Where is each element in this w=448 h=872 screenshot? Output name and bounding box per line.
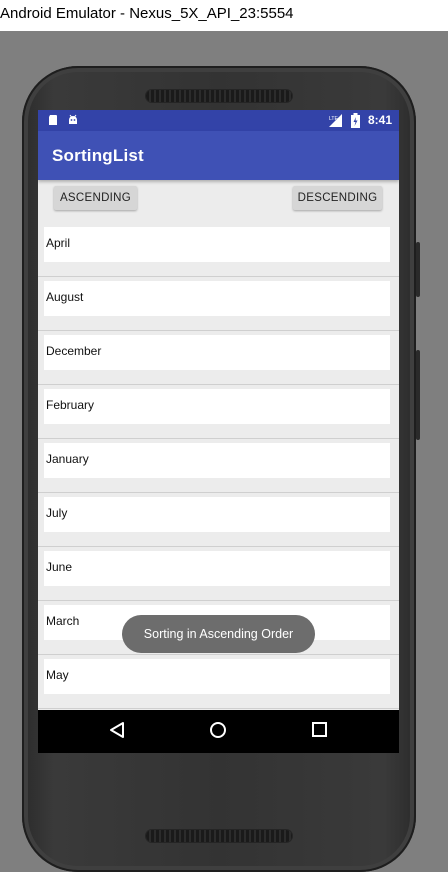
list-item[interactable]: July: [38, 494, 399, 547]
signal-lte-icon: LTE: [329, 114, 342, 127]
bottom-speaker-grille: [146, 830, 292, 842]
recents-icon[interactable]: [312, 722, 327, 737]
svg-text:LTE: LTE: [329, 116, 338, 122]
list-item[interactable]: May: [38, 656, 399, 709]
back-icon[interactable]: [109, 721, 125, 739]
list-item-field: [44, 551, 390, 586]
list-item[interactable]: February: [38, 386, 399, 439]
device-screen: LTE 8:41 SortingList ASCENDING DESCENDIN…: [38, 110, 399, 753]
power-button[interactable]: [416, 242, 420, 297]
list-item[interactable]: June: [38, 548, 399, 601]
top-speaker-grille: [146, 90, 292, 102]
list-item-field: [44, 389, 390, 424]
status-bar: LTE 8:41: [38, 110, 399, 131]
list-item-field: [44, 443, 390, 478]
status-time: 8:41: [367, 113, 392, 127]
list-item-label: May: [46, 668, 69, 682]
battery-charging-icon: [351, 113, 360, 128]
window-titlebar: Android Emulator - Nexus_5X_API_23:5554: [0, 0, 448, 31]
list-item-label: December: [46, 344, 102, 358]
toast-message: Sorting in Ascending Order: [122, 615, 315, 653]
list-item-label: January: [46, 452, 89, 466]
list-item-label: June: [46, 560, 73, 574]
list-item-label: February: [46, 398, 95, 412]
list-item[interactable]: April: [38, 224, 399, 277]
list-item-label: March: [46, 614, 80, 628]
navigation-bar: [38, 710, 399, 753]
list-item-label: August: [46, 290, 84, 304]
home-icon[interactable]: [209, 721, 227, 739]
app-bar: SortingList: [38, 131, 399, 180]
descending-button[interactable]: DESCENDING: [293, 186, 382, 210]
volume-button[interactable]: [416, 350, 420, 440]
android-debug-icon: [69, 114, 77, 124]
ascending-button[interactable]: ASCENDING: [54, 186, 137, 210]
window-title: Android Emulator - Nexus_5X_API_23:5554: [0, 5, 294, 22]
list-item-label: July: [46, 506, 68, 520]
sd-card-icon: [49, 115, 57, 125]
list-item-label: April: [46, 236, 71, 250]
list-item[interactable]: January: [38, 440, 399, 493]
list-item[interactable]: August: [38, 278, 399, 331]
list-item[interactable]: December: [38, 332, 399, 385]
list-item-field: [44, 659, 390, 694]
app-title: SortingList: [52, 146, 144, 165]
list-item-field: [44, 281, 390, 316]
list-item-field: [44, 497, 390, 532]
list-item-field: [44, 227, 390, 262]
